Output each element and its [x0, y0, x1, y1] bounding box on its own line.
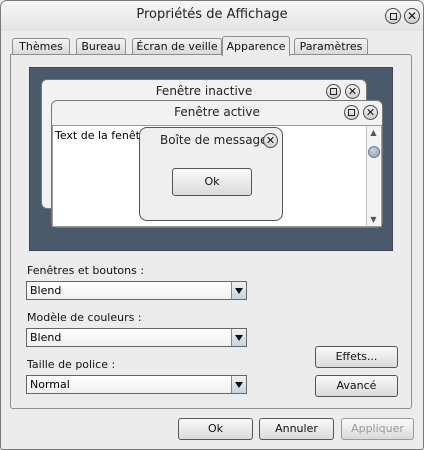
tab-appearance[interactable]: Apparence: [222, 36, 290, 56]
tab-themes[interactable]: Thèmes: [12, 38, 70, 54]
maximize-icon: [389, 12, 397, 20]
preview-message-box: Boîte de message ✕ Ok: [139, 127, 283, 221]
message-box-close-button: ✕: [263, 133, 278, 148]
inactive-close-button: ✕: [345, 84, 360, 99]
dropdown-arrow-icon[interactable]: [231, 282, 246, 299]
ok-button[interactable]: Ok: [178, 418, 253, 440]
scroll-up-icon: ▲: [370, 128, 377, 137]
active-close-button: ✕: [363, 105, 378, 120]
maximize-icon: [330, 88, 337, 95]
title-bar: Propriétés de Affichage ✕: [1, 1, 423, 31]
preview-scrollbar: ▲ ▼: [366, 126, 380, 226]
cancel-button[interactable]: Annuler: [259, 418, 334, 440]
display-properties-window: Propriétés de Affichage ✕ Thèmes Bureau …: [0, 0, 424, 450]
tab-desktop[interactable]: Bureau: [76, 38, 126, 54]
close-icon: ✕: [406, 9, 418, 23]
close-icon: ✕: [365, 106, 376, 119]
close-icon: ✕: [347, 85, 358, 98]
dropdown-arrow-icon[interactable]: [231, 329, 246, 346]
window-text: Text de la fenêtre: [55, 129, 152, 142]
windows-buttons-label: Fenêtres et boutons :: [27, 264, 145, 277]
message-box-title: Boîte de message: [160, 133, 268, 147]
close-button[interactable]: ✕: [404, 8, 420, 24]
color-scheme-value: Blend: [30, 331, 62, 344]
font-size-select[interactable]: Normal: [26, 375, 247, 394]
message-box-ok-button: Ok: [172, 168, 252, 196]
apply-button[interactable]: Appliquer: [341, 418, 414, 440]
active-window-title: Fenêtre active: [174, 105, 260, 119]
font-size-label: Taille de police :: [27, 358, 116, 371]
tab-screensaver[interactable]: Écran de veille: [132, 38, 222, 54]
font-size-value: Normal: [30, 378, 70, 391]
windows-buttons-value: Blend: [30, 284, 62, 297]
window-title: Propriétés de Affichage: [136, 7, 288, 22]
maximize-button[interactable]: [385, 8, 401, 24]
color-scheme-select[interactable]: Blend: [26, 328, 247, 347]
windows-buttons-select[interactable]: Blend: [26, 281, 247, 300]
advanced-button[interactable]: Avancé: [315, 375, 398, 397]
close-icon: ✕: [265, 134, 276, 147]
inactive-window-title: Fenêtre inactive: [155, 84, 253, 98]
effects-button[interactable]: Effets...: [315, 346, 398, 368]
color-scheme-label: Modèle de couleurs :: [27, 311, 142, 324]
maximize-icon: [348, 109, 355, 116]
active-maximize-button: [344, 105, 359, 120]
inactive-maximize-button: [326, 84, 341, 99]
dropdown-arrow-icon[interactable]: [231, 376, 246, 393]
scroll-thumb: [368, 146, 380, 158]
tab-settings[interactable]: Paramètres: [294, 38, 368, 54]
scroll-down-icon: ▼: [370, 215, 377, 224]
